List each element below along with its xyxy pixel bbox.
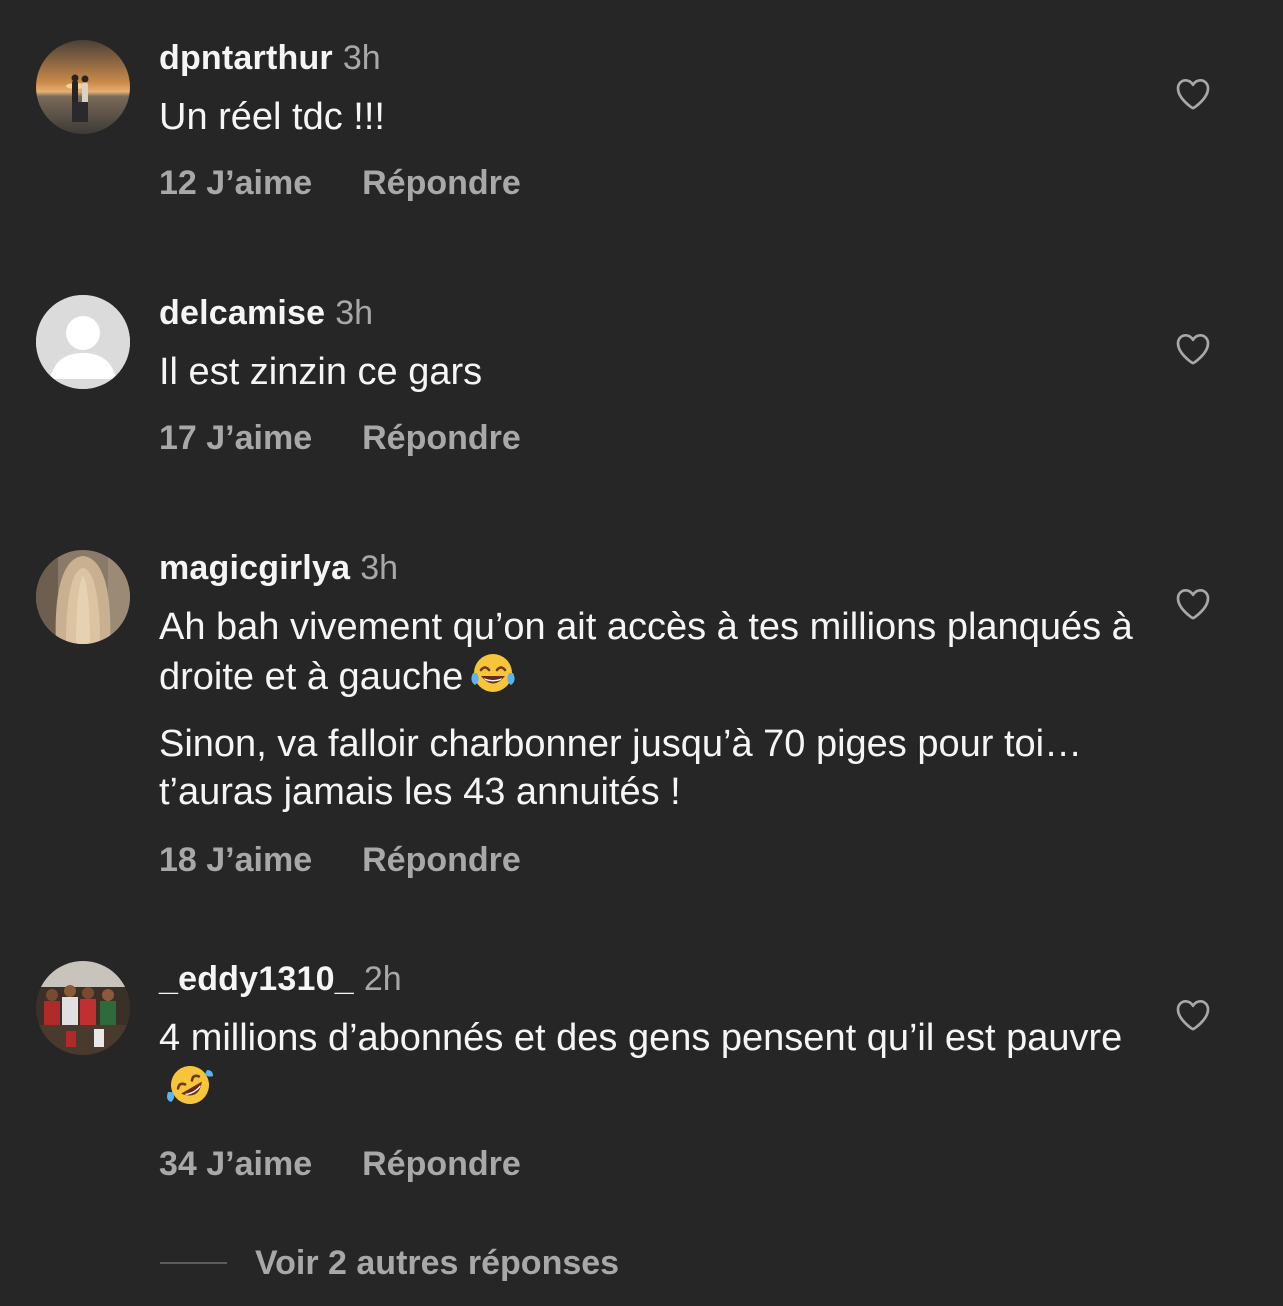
username[interactable]: _eddy1310_ <box>159 960 354 998</box>
rolling-on-the-floor-laughing-icon <box>165 1062 215 1120</box>
comment-actions: 18 J’aime Répondre <box>159 840 1149 880</box>
comment-paragraph: Ah bah vivement qu’on ait accès à tes mi… <box>159 603 1149 707</box>
reply-button[interactable]: Répondre <box>362 164 521 202</box>
likes-count-link[interactable]: 34 J’aime <box>159 1145 312 1183</box>
comment-paragraph: Sinon, va falloir charbonner jusqu’à 70 … <box>159 723 1083 813</box>
comment-paragraph: Un réel tdc !!! <box>159 96 385 138</box>
username[interactable]: magicgirlya <box>159 549 350 587</box>
heart-outline-icon <box>1176 334 1210 365</box>
reply-button[interactable]: Répondre <box>362 1145 521 1183</box>
comment-text: Un réel tdc !!! <box>159 93 1149 141</box>
username[interactable]: dpntarthur <box>159 39 333 77</box>
like-button[interactable] <box>1172 584 1214 624</box>
divider-line <box>160 1262 227 1264</box>
view-more-replies-label: Voir 2 autres réponses <box>255 1243 620 1282</box>
comment-header: dpntarthur 3h <box>159 38 1149 78</box>
comment-actions: 34 J’aime Répondre <box>159 1144 1149 1184</box>
person-silhouette-icon <box>36 295 130 389</box>
view-more-replies-button[interactable]: Voir 2 autres réponses <box>160 1240 619 1286</box>
heart-outline-icon <box>1176 589 1210 620</box>
crowd-photo-avatar <box>36 961 130 1055</box>
comment-header: delcamise 3h <box>159 293 1149 333</box>
sunset-photo-avatar <box>36 40 130 134</box>
comment-text: Ah bah vivement qu’on ait accès à tes mi… <box>159 603 1149 816</box>
like-button[interactable] <box>1172 74 1214 114</box>
likes-count-link[interactable]: 12 J’aime <box>159 164 312 202</box>
comment-paragraph: Il est zinzin ce gars <box>159 351 483 393</box>
timestamp: 3h <box>360 549 399 587</box>
timestamp: 2h <box>363 960 402 998</box>
timestamp: 3h <box>342 39 381 77</box>
avatar[interactable] <box>36 961 130 1055</box>
timestamp: 3h <box>335 294 374 332</box>
comment-header: _eddy1310_ 2h <box>159 959 1149 999</box>
avatar[interactable] <box>36 40 130 134</box>
reply-button[interactable]: Répondre <box>362 841 521 879</box>
face-with-tears-of-joy-icon <box>469 651 517 707</box>
like-button[interactable] <box>1172 995 1214 1035</box>
likes-count-link[interactable]: 18 J’aime <box>159 841 312 879</box>
comment-text: Il est zinzin ce gars <box>159 348 1149 396</box>
username[interactable]: delcamise <box>159 294 325 332</box>
likes-count-link[interactable]: 17 J’aime <box>159 419 312 457</box>
blonde-hair-photo-avatar <box>36 550 130 644</box>
heart-outline-icon <box>1176 1000 1210 1031</box>
comment-text: 4 millions d’abonnés et des gens pensent… <box>159 1014 1149 1120</box>
comment-header: magicgirlya 3h <box>159 548 1149 588</box>
avatar[interactable] <box>36 550 130 644</box>
like-button[interactable] <box>1172 329 1214 369</box>
reply-button[interactable]: Répondre <box>362 419 521 457</box>
avatar[interactable] <box>36 295 130 389</box>
heart-outline-icon <box>1176 79 1210 110</box>
comment-paragraph: 4 millions d’abonnés et des gens pensent… <box>159 1014 1149 1120</box>
comment-actions: 17 J’aime Répondre <box>159 418 1149 458</box>
comment-actions: 12 J’aime Répondre <box>159 163 1149 203</box>
